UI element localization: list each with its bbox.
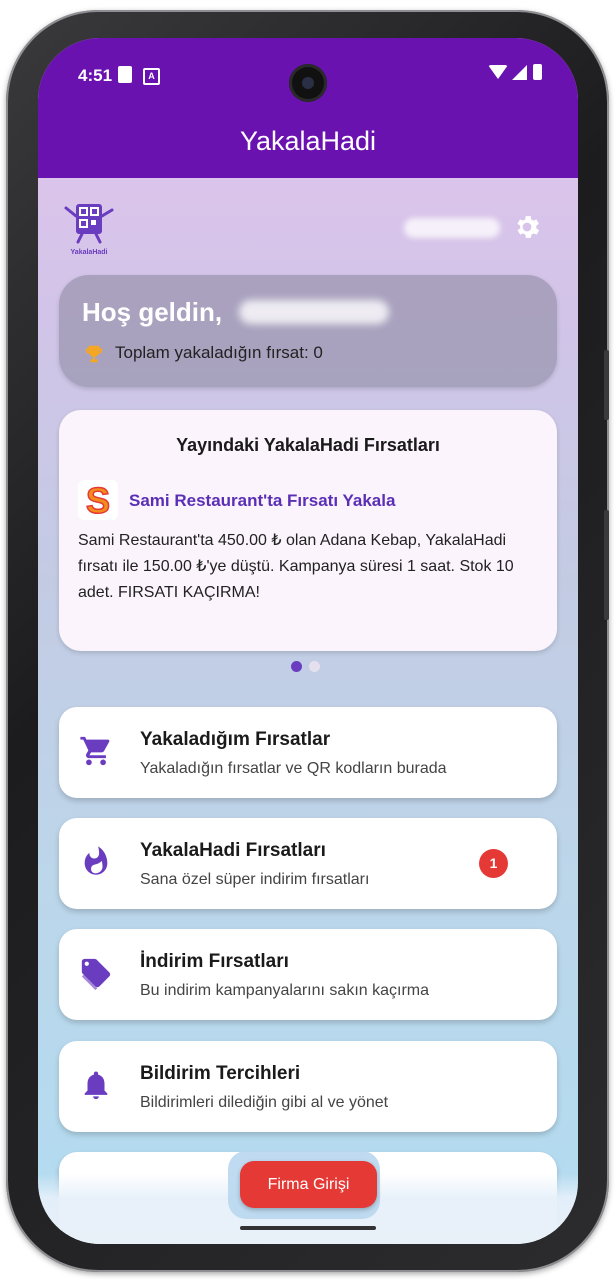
- menu-item-subtitle: Bu indirim kampanyalarını sakın kaçırma: [140, 982, 429, 999]
- battery-icon: [533, 64, 542, 80]
- menu-item-subtitle: Bildirimleri dilediğin gibi al ve yönet: [140, 1094, 389, 1111]
- menu-item-subtitle: Sana özel süper indirim fırsatları: [140, 871, 370, 888]
- menu-item-notification-preferences[interactable]: Bildirim Tercihleri Bildirimleri dilediğ…: [59, 1041, 557, 1132]
- carousel-indicator: [291, 661, 320, 672]
- welcome-greeting: Hoş geldin,: [82, 297, 223, 327]
- app-screen: 4:51 A YakalaHadi YakalaHadi Hoş geldin,: [38, 38, 578, 1244]
- notification-badge: 1: [479, 849, 508, 878]
- status-icons: [488, 64, 542, 80]
- carousel-dot[interactable]: [309, 661, 320, 672]
- menu-item-title: YakalaHadi Fırsatları: [140, 840, 326, 861]
- power-button: [604, 510, 609, 620]
- cart-icon: [79, 734, 113, 768]
- app-logo: YakalaHadi: [60, 198, 118, 258]
- menu-item-title: İndirim Fırsatları: [140, 951, 289, 972]
- menu-item-subtitle: Yakaladığın fırsatlar ve QR kodların bur…: [140, 760, 447, 777]
- trophy-icon: [83, 343, 105, 365]
- bell-icon: [79, 1068, 113, 1102]
- logo-text: YakalaHadi: [71, 249, 108, 256]
- restaurant-logo-icon: S: [78, 479, 118, 522]
- welcome-card: Hoş geldin, Toplam yakaladığın fırsat: 0: [59, 275, 557, 387]
- promo-carousel-card[interactable]: Yayındaki YakalaHadi Fırsatları S Sami R…: [59, 410, 557, 651]
- username-blurred: [404, 218, 500, 238]
- signal-icon: [512, 64, 527, 80]
- carousel-dot-active[interactable]: [291, 661, 302, 672]
- total-caught-label: Toplam yakaladığın fırsat: 0: [115, 343, 323, 362]
- promo-title[interactable]: Sami Restaurant'ta Fırsatı Yakala: [129, 491, 395, 511]
- welcome-username-blurred: [239, 300, 389, 324]
- tag-icon: [79, 956, 113, 991]
- keyboard-indicator-icon: A: [143, 68, 160, 85]
- menu-item-title: Bildirim Tercihleri: [140, 1063, 301, 1084]
- menu-item-caught-deals[interactable]: Yakaladığım Fırsatlar Yakaladığın fırsat…: [59, 707, 557, 798]
- menu-item-discount-deals[interactable]: İndirim Fırsatları Bu indirim kampanyala…: [59, 929, 557, 1020]
- menu-item-title: Yakaladığım Fırsatlar: [140, 729, 331, 750]
- app-bar: 4:51 A YakalaHadi: [38, 38, 578, 178]
- wifi-icon: [488, 65, 508, 79]
- status-time: 4:51: [78, 66, 113, 85]
- volume-button: [604, 350, 609, 420]
- promo-heading: Yayındaki YakalaHadi Fırsatları: [176, 435, 440, 455]
- gear-icon[interactable]: [512, 212, 542, 242]
- restaurant-logo-letter: S: [86, 480, 110, 520]
- flame-icon: [79, 845, 113, 879]
- firma-login-button[interactable]: Firma Girişi: [240, 1161, 377, 1208]
- menu-item-yakalahadi-deals[interactable]: YakalaHadi Fırsatları Sana özel süper in…: [59, 818, 557, 909]
- app-title: YakalaHadi: [239, 126, 377, 156]
- home-indicator[interactable]: [240, 1226, 376, 1230]
- sd-card-icon: [118, 66, 132, 83]
- front-camera: [289, 64, 327, 102]
- promo-body: Sami Restaurant'ta 450.00 ₺ olan Adana K…: [78, 532, 514, 601]
